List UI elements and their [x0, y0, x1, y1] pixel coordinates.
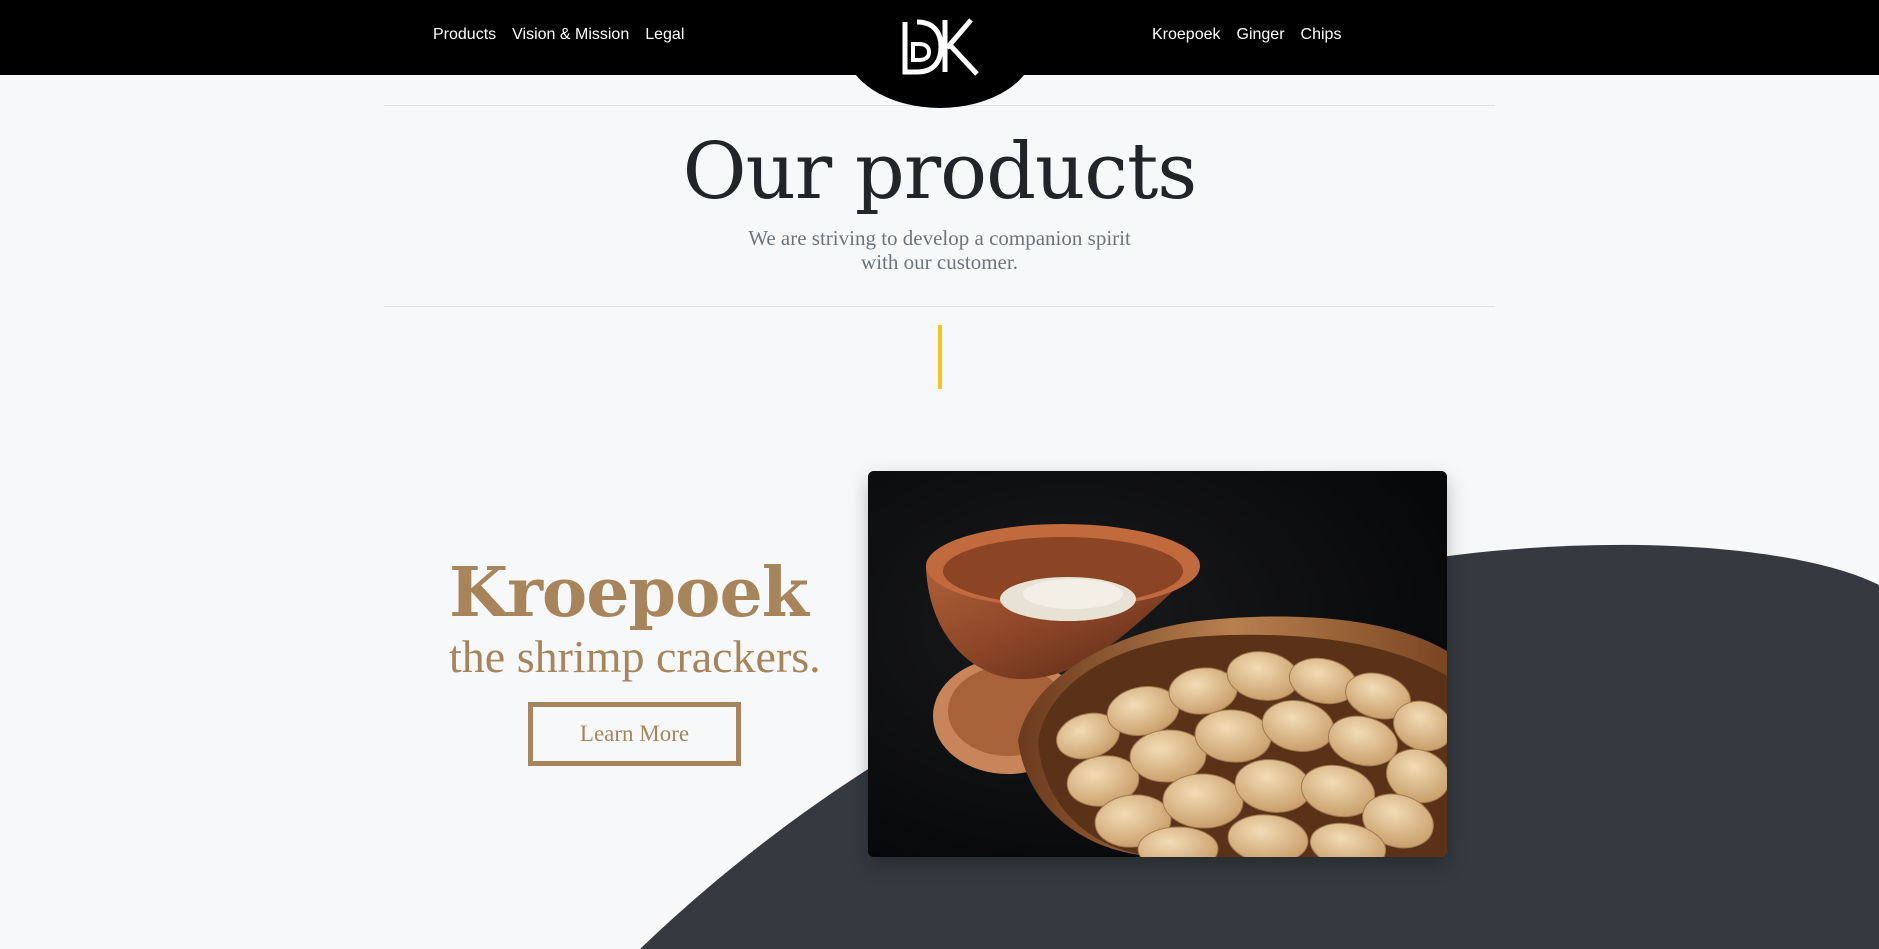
page-title: Our products: [682, 127, 1198, 217]
nav-link-chips[interactable]: Chips: [1301, 24, 1342, 46]
nav-link-kroepoek[interactable]: Kroepoek: [1152, 24, 1221, 46]
product-tagline: the shrimp crackers.: [449, 631, 821, 682]
learn-more-button[interactable]: Learn More: [528, 702, 741, 766]
nav-link-ginger[interactable]: Ginger: [1237, 24, 1285, 46]
bottom-divider: [384, 306, 1495, 307]
nav-link-vision-mission[interactable]: Vision & Mission: [512, 24, 629, 46]
nav-link-legal[interactable]: Legal: [645, 24, 684, 46]
nav-right-group: Kroepoek Ginger Chips: [1152, 24, 1341, 46]
product-photo: [868, 471, 1447, 857]
product-name: Kroepoek: [449, 553, 809, 633]
dk-logo-icon: [902, 18, 979, 76]
yellow-accent-bar: [938, 325, 942, 389]
nav-link-products[interactable]: Products: [433, 24, 496, 46]
page-subtitle: We are striving to develop a companion s…: [748, 226, 1131, 274]
nav-left-group: Products Vision & Mission Legal: [433, 24, 684, 46]
shrimp-crackers-bowl-photo-icon: [868, 471, 1447, 857]
